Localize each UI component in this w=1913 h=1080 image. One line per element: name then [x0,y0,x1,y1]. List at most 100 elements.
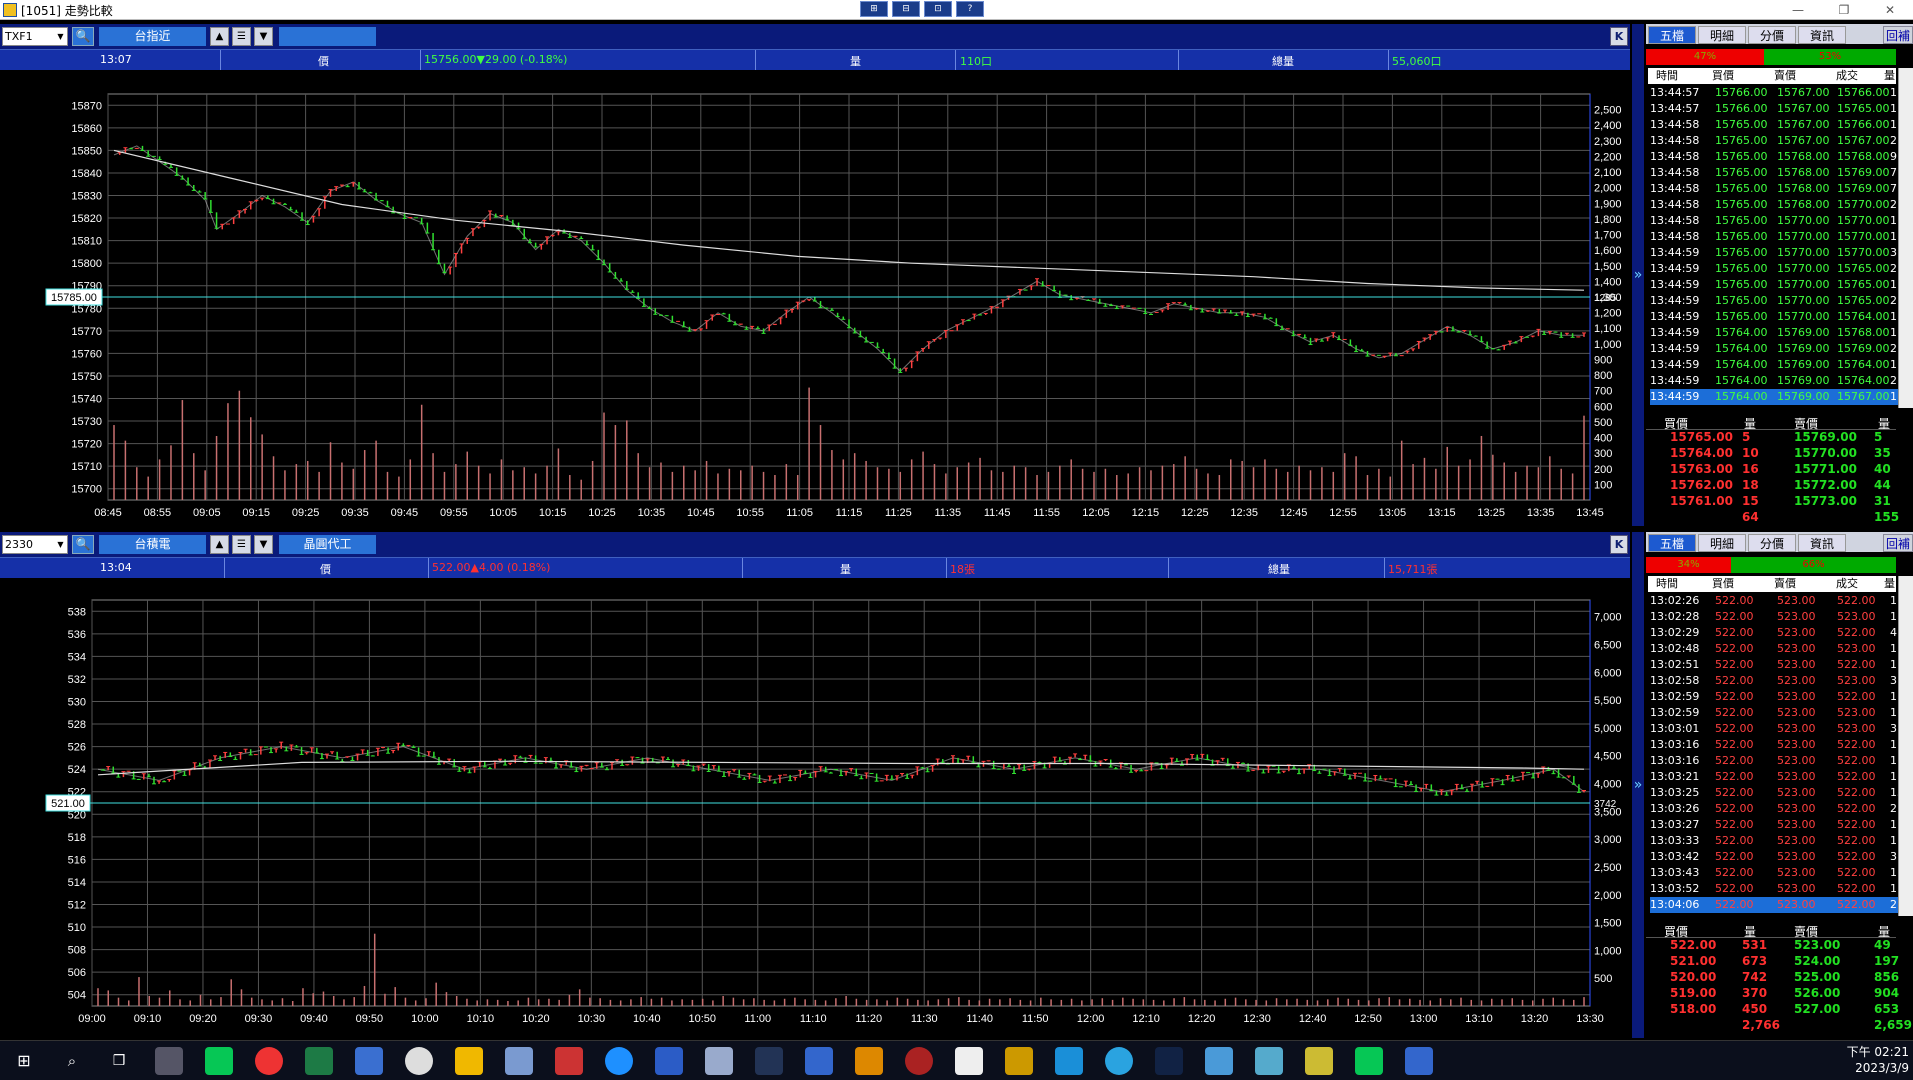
depth-row[interactable]: 521.00 673 524.00 197 [1646,954,1899,970]
table-row[interactable]: 13:03:01 522.00 523.00 523.00 3 [1650,721,1898,737]
app-icon-10[interactable] [955,1047,983,1075]
table-row[interactable]: 13:03:26 522.00 523.00 522.00 2 [1650,801,1898,817]
table-row[interactable]: 13:44:57 15766.00 15767.00 15766.00 1 [1650,85,1898,101]
app-icon-4[interactable] [505,1047,533,1075]
depth-row[interactable]: 15762.00 18 15772.00 44 [1646,478,1896,494]
table-row[interactable]: 13:44:58 15765.00 15767.00 15766.00 1 [1650,117,1898,133]
table-row[interactable]: 13:44:58 15765.00 15768.00 15770.00 2 [1650,197,1898,213]
table-row[interactable]: 13:44:58 15765.00 15768.00 15769.00 7 [1650,165,1898,181]
right_top-scrollbar[interactable] [1898,68,1913,408]
app-icon-15[interactable] [1305,1047,1333,1075]
table-row[interactable]: 13:03:42 522.00 523.00 522.00 3 [1650,849,1898,865]
table-row[interactable]: 13:03:33 522.00 523.00 522.00 1 [1650,833,1898,849]
excel-icon[interactable] [305,1047,333,1075]
table-row[interactable]: 13:44:58 15765.00 15768.00 15768.00 9 [1650,149,1898,165]
top-expand-icon[interactable]: » [1632,24,1644,526]
top-symbol-select[interactable]: TXF1 ▼ [2,27,68,46]
top-k-button[interactable]: K [1610,27,1628,46]
depth-row[interactable]: 15763.00 16 15771.00 40 [1646,462,1896,478]
right_bottom-return-button[interactable]: 回補 [1883,534,1913,552]
right_top-return-button[interactable]: 回補 [1883,26,1913,44]
app-icon-3[interactable] [405,1047,433,1075]
line-icon-2[interactable] [1355,1047,1383,1075]
table-row[interactable]: 13:03:25 522.00 523.00 522.00 15 [1650,785,1898,801]
table-row[interactable]: 13:02:26 522.00 523.00 522.00 1 [1650,593,1898,609]
depth-row[interactable]: 15764.00 10 15770.00 35 [1646,446,1896,462]
layout-button-2[interactable]: ⊟ [892,1,920,17]
xq-icon[interactable] [755,1047,783,1075]
table-row[interactable]: 13:04:06 522.00 523.00 522.00 2 [1650,897,1898,913]
top-list-icon[interactable]: ☰ [232,27,251,46]
bottom-list-icon[interactable]: ☰ [232,535,251,554]
bottom-up-arrow-icon[interactable]: ▲ [210,535,229,554]
right_bottom-tab-1[interactable]: 明細 [1698,534,1746,552]
table-row[interactable]: 13:02:51 522.00 523.00 522.00 1 [1650,657,1898,673]
table-row[interactable]: 13:44:59 15765.00 15770.00 15765.00 1 [1650,277,1898,293]
table-row[interactable]: 13:03:43 522.00 523.00 522.00 1 [1650,865,1898,881]
table-row[interactable]: 13:02:59 522.00 523.00 522.00 1 [1650,689,1898,705]
depth-row[interactable]: 519.00 370 526.00 904 [1646,986,1899,1002]
windows-start-icon[interactable]: ⊞ [10,1047,38,1075]
system-clock[interactable]: 下午 02:21 2023/3/9 [1847,1044,1909,1076]
app-icon-9[interactable] [905,1047,933,1075]
table-row[interactable]: 13:02:59 522.00 523.00 523.00 1 [1650,705,1898,721]
right_bottom-tab-3[interactable]: 資訊 [1798,534,1846,552]
right_top-tab-1[interactable]: 明細 [1698,26,1746,44]
table-row[interactable]: 13:03:21 522.00 523.00 522.00 1 [1650,769,1898,785]
edge-icon[interactable] [605,1047,633,1075]
table-row[interactable]: 13:03:16 522.00 523.00 522.00 1 [1650,753,1898,769]
right_bottom-scrollbar[interactable] [1898,576,1913,916]
bottom-k-button[interactable]: K [1610,535,1628,554]
search-icon[interactable]: ⌕ [58,1047,86,1075]
table-row[interactable]: 13:44:59 15765.00 15770.00 15764.00 1 [1650,309,1898,325]
right_bottom-tab-0[interactable]: 五檔 [1648,534,1696,552]
table-row[interactable]: 13:44:59 15765.00 15770.00 15770.00 3 [1650,245,1898,261]
depth-row[interactable]: 15765.00 5 15769.00 5 [1646,430,1896,446]
app-icon-5[interactable] [555,1047,583,1075]
top-up-arrow-icon[interactable]: ▲ [210,27,229,46]
right_top-tab-3[interactable]: 資訊 [1798,26,1846,44]
bottom-dropdown-icon[interactable]: ▼ [254,535,273,554]
right_top-tick-list[interactable]: 13:44:57 15766.00 15767.00 15766.00 1 13:44:5… [1650,85,1898,405]
bottom-search-icon[interactable]: 🔍 [72,535,94,554]
minimize-icon[interactable]: — [1775,0,1821,20]
store-icon[interactable] [1055,1047,1083,1075]
top-search-icon[interactable]: 🔍 [72,27,94,46]
table-row[interactable]: 13:44:58 15765.00 15767.00 15767.00 2 [1650,133,1898,149]
right_bottom-tick-list[interactable]: 13:02:26 522.00 523.00 522.00 1 13:02:28 522.0… [1650,593,1898,913]
table-row[interactable]: 13:44:59 15765.00 15770.00 15765.00 2 [1650,293,1898,309]
table-row[interactable]: 13:44:59 15764.00 15769.00 15769.00 2 [1650,341,1898,357]
app-icon-12[interactable] [1155,1047,1183,1075]
close-icon[interactable]: ✕ [1867,0,1913,20]
layout-button-1[interactable]: ⊞ [860,1,888,17]
top-price-chart[interactable]: 08:45 08:55 09:05 09:15 09:25 09:35 09:45 09:55… [0,70,1630,526]
top-dropdown-icon[interactable]: ▼ [254,27,273,46]
chrome-icon[interactable] [255,1047,283,1075]
app-icon-8[interactable] [855,1047,883,1075]
depth-row[interactable]: 518.00 450 527.00 653 [1646,1002,1899,1018]
app-icon-16[interactable] [1405,1047,1433,1075]
table-row[interactable]: 13:44:59 15764.00 15769.00 15764.00 1 [1650,357,1898,373]
layout-button-3[interactable]: ⊡ [924,1,952,17]
restore-icon[interactable]: ❐ [1821,0,1867,20]
right_top-tab-0[interactable]: 五檔 [1648,26,1696,44]
file-explorer-icon[interactable] [455,1047,483,1075]
table-row[interactable]: 13:02:58 522.00 523.00 523.00 3 [1650,673,1898,689]
depth-row[interactable]: 15761.00 15 15773.00 31 [1646,494,1896,510]
table-row[interactable]: 13:44:58 15765.00 15768.00 15769.00 7 [1650,181,1898,197]
table-row[interactable]: 13:03:52 522.00 523.00 522.00 1 [1650,881,1898,897]
app-icon-1[interactable] [155,1047,183,1075]
right_bottom-tab-2[interactable]: 分價 [1748,534,1796,552]
table-row[interactable]: 13:44:59 15765.00 15770.00 15765.00 2 [1650,261,1898,277]
table-row[interactable]: 13:44:57 15766.00 15767.00 15765.00 1 [1650,101,1898,117]
depth-row[interactable]: 520.00 742 525.00 856 [1646,970,1899,986]
table-row[interactable]: 13:44:59 15764.00 15769.00 15767.00 1 [1650,389,1898,405]
table-row[interactable]: 13:44:58 15765.00 15770.00 15770.00 1 [1650,213,1898,229]
app-icon-13[interactable] [1205,1047,1233,1075]
app-icon-7[interactable] [805,1047,833,1075]
bottom-expand-icon[interactable]: » [1632,532,1644,1038]
task-view-icon[interactable]: ❒ [105,1047,133,1075]
table-row[interactable]: 13:03:16 522.00 523.00 522.00 1 [1650,737,1898,753]
app-icon-6[interactable] [705,1047,733,1075]
app-icon-11[interactable] [1005,1047,1033,1075]
